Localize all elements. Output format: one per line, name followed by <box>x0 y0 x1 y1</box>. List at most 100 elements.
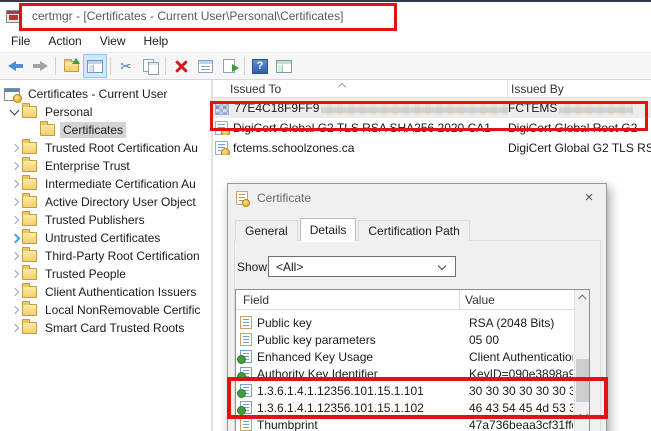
toolbar-separator <box>165 57 166 75</box>
tree-item-trusted-root[interactable]: Trusted Root Certification Au <box>0 139 211 157</box>
up-one-level-icon[interactable] <box>59 54 83 78</box>
scrollbar-thumb[interactable] <box>576 359 589 402</box>
issued-to-value: fctems.schoolzones.ca <box>233 141 355 155</box>
field-document-icon <box>240 316 252 329</box>
menu-file[interactable]: File <box>2 32 39 50</box>
folder-icon <box>22 229 37 244</box>
list-header: Issued To Issued By <box>213 80 651 98</box>
folder-icon <box>22 139 37 154</box>
extension-icon <box>237 384 252 398</box>
tree-item-third-party-root[interactable]: Third-Party Root Certification <box>0 247 211 265</box>
column-header-field[interactable]: Field <box>236 290 460 309</box>
tree-item-smart-card[interactable]: Smart Card Trusted Roots <box>0 319 211 337</box>
field-row-oid-102[interactable]: 1.3.6.1.4.1.12356.101.15.1.102 46 43 54 … <box>236 399 589 416</box>
tree-item-personal[interactable]: Personal <box>0 103 211 121</box>
tab-certification-path[interactable]: Certification Path <box>358 220 470 241</box>
certmgr-root-icon <box>4 87 22 103</box>
delete-icon[interactable] <box>169 54 193 78</box>
close-icon[interactable]: × <box>572 184 606 211</box>
column-header-issued-to[interactable]: Issued To <box>213 80 508 97</box>
tree-item-intermediate[interactable]: Intermediate Certification Au <box>0 175 211 193</box>
field-value-list: Field Value Public key RSA (2048 Bits) P… <box>235 289 590 431</box>
chevron-right-icon[interactable] <box>8 267 22 281</box>
show-console-tree-icon[interactable] <box>83 54 107 78</box>
tree-item-local-nonremovable[interactable]: Local NonRemovable Certific <box>0 301 211 319</box>
tab-general[interactable]: General <box>235 220 298 241</box>
folder-icon <box>22 247 37 262</box>
menu-help[interactable]: Help <box>135 32 178 50</box>
dialog-title-bar[interactable]: Certificate × <box>228 184 606 211</box>
console-tree-pane: Certificates - Current User Personal Cer… <box>0 80 213 431</box>
tree-item-certificates-current-user[interactable]: Certificates - Current User <box>0 85 211 103</box>
tree-item-trusted-people[interactable]: Trusted People <box>0 265 211 283</box>
show-label: Show: <box>237 260 271 274</box>
properties-icon[interactable] <box>193 54 217 78</box>
chevron-right-icon[interactable] <box>8 195 22 209</box>
tree-item-untrusted-certificates[interactable]: Untrusted Certificates <box>0 229 211 247</box>
folder-icon <box>22 301 37 316</box>
window-title: certmgr - [Certificates - Current User\P… <box>32 9 344 23</box>
chevron-down-icon[interactable] <box>8 105 22 119</box>
field-row-authority-key-identifier[interactable]: Authority Key Identifier KeyID=090e3898a… <box>236 365 589 382</box>
chevron-right-icon[interactable] <box>8 249 22 263</box>
issued-by-value: FCTEMS <box>508 101 558 115</box>
chevron-right-icon[interactable] <box>8 213 22 227</box>
back-icon[interactable] <box>4 54 28 78</box>
issued-to-value: 77E4C18F9FF9 <box>234 101 320 115</box>
tree-item-trusted-publishers[interactable]: Trusted Publishers <box>0 211 211 229</box>
folder-icon <box>22 103 37 118</box>
chevron-right-icon[interactable] <box>8 303 22 317</box>
field-list-header: Field Value <box>236 290 589 310</box>
show-dropdown[interactable]: <All> <box>268 256 456 277</box>
field-row-thumbprint[interactable]: Thumbprint 47a736beaa3cf31ffd. <box>236 416 589 431</box>
field-document-icon <box>240 333 252 346</box>
scroll-up-icon[interactable] <box>575 290 589 306</box>
export-list-icon[interactable] <box>217 54 241 78</box>
certificate-dialog: Certificate × General Details Certificat… <box>227 183 607 431</box>
tree-item-enterprise-trust[interactable]: Enterprise Trust <box>0 157 211 175</box>
field-row-public-key[interactable]: Public key RSA (2048 Bits) <box>236 314 589 331</box>
field-document-icon <box>240 418 252 431</box>
chevron-right-icon[interactable] <box>8 177 22 191</box>
show-action-pane-icon[interactable] <box>272 54 296 78</box>
issued-by-value: DigiCert Global G2 TLS RSA <box>508 141 651 155</box>
chevron-right-icon[interactable] <box>8 231 22 245</box>
show-dropdown-value: <All> <box>276 259 304 274</box>
column-header-issued-by[interactable]: Issued By <box>508 82 651 96</box>
chevron-right-icon[interactable] <box>8 285 22 299</box>
folder-icon <box>22 319 37 334</box>
chevron-right-icon[interactable] <box>8 321 22 335</box>
folder-icon <box>22 265 37 280</box>
cut-icon[interactable] <box>114 54 138 78</box>
field-row-enhanced-key-usage[interactable]: Enhanced Key Usage Client Authentication… <box>236 348 589 365</box>
column-header-value[interactable]: Value <box>460 293 589 307</box>
tree-item-certificates[interactable]: Certificates <box>0 121 211 139</box>
certificate-row-fctems-device[interactable]: 77E4C18F9FF9 FCTEMS <box>213 98 651 118</box>
folder-icon <box>22 175 37 190</box>
help-icon[interactable] <box>248 54 272 78</box>
tree-item-active-directory[interactable]: Active Directory User Object <box>0 193 211 211</box>
chevron-right-icon[interactable] <box>8 141 22 155</box>
certificate-icon <box>215 121 230 135</box>
chevron-right-icon[interactable] <box>8 159 22 173</box>
scrollbar[interactable] <box>574 290 589 431</box>
redacted-text <box>559 101 634 115</box>
menu-view[interactable]: View <box>91 32 135 50</box>
extension-icon <box>237 350 252 364</box>
folder-icon <box>22 283 37 298</box>
certificate-row-fctems-schoolzones[interactable]: fctems.schoolzones.ca DigiCert Global G2… <box>213 138 651 158</box>
toolbar <box>0 52 651 80</box>
forward-icon[interactable] <box>28 54 52 78</box>
certmgr-app-icon <box>6 9 22 23</box>
certificate-dialog-icon <box>236 190 250 207</box>
certmgr-window: certmgr - [Certificates - Current User\P… <box>0 0 651 431</box>
field-row-oid-101[interactable]: 1.3.6.1.4.1.12356.101.15.1.101 30 30 30 … <box>236 382 589 399</box>
title-bar[interactable]: certmgr - [Certificates - Current User\P… <box>0 2 651 30</box>
copy-icon[interactable] <box>138 54 162 78</box>
field-row-public-key-parameters[interactable]: Public key parameters 05 00 <box>236 331 589 348</box>
tree-item-client-auth-issuers[interactable]: Client Authentication Issuers <box>0 283 211 301</box>
certificate-row-digicert-intermediate[interactable]: DigiCert Global G2 TLS RSA SHA256 2020 C… <box>213 118 651 138</box>
scroll-down-icon[interactable] <box>575 407 589 423</box>
tab-details[interactable]: Details <box>299 218 357 242</box>
menu-action[interactable]: Action <box>39 32 90 50</box>
